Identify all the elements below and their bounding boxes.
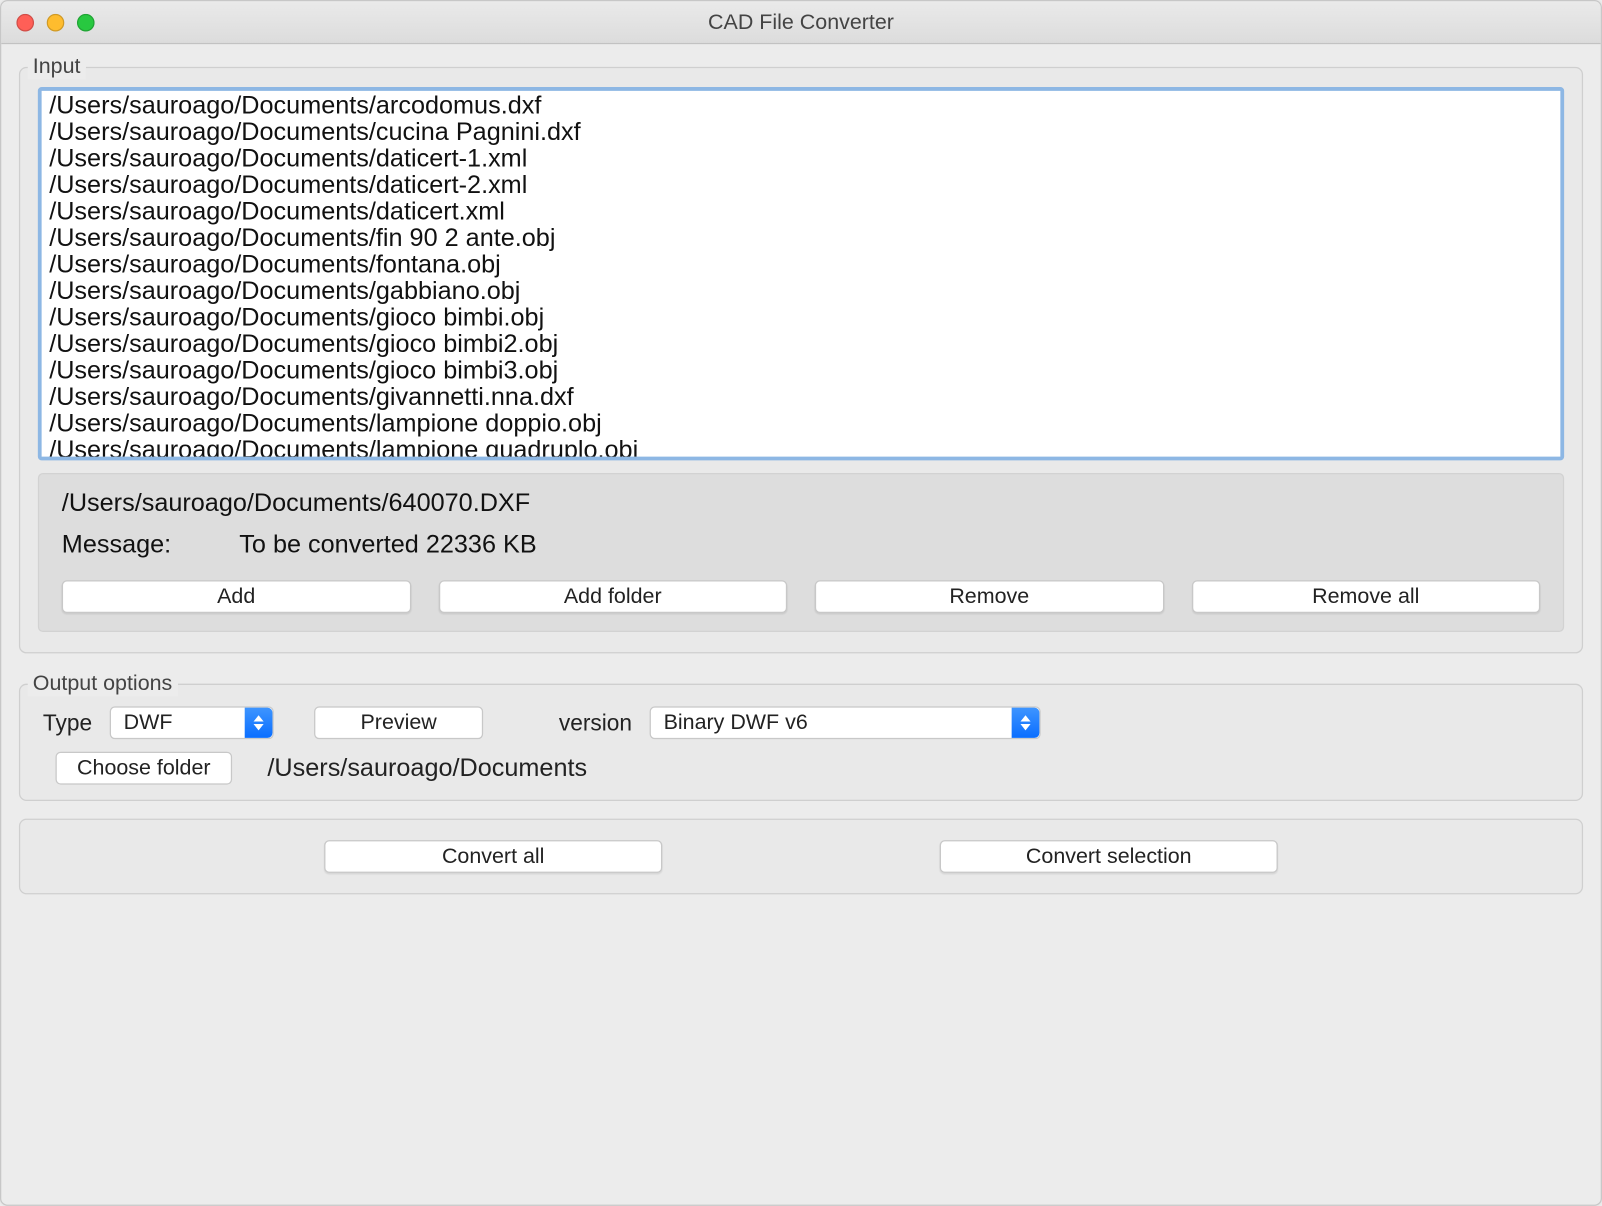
- list-item[interactable]: /Users/sauroago/Documents/gioco bimbi.ob…: [49, 305, 1553, 331]
- version-select-value: Binary DWF v6: [664, 710, 808, 735]
- remove-button[interactable]: Remove: [815, 580, 1164, 613]
- remove-all-button[interactable]: Remove all: [1191, 580, 1540, 613]
- list-item[interactable]: /Users/sauroago/Documents/gioco bimbi2.o…: [49, 332, 1553, 358]
- window-close-button[interactable]: [16, 13, 34, 31]
- input-file-list[interactable]: /Users/sauroago/Documents/arcodomus.dxf/…: [38, 87, 1564, 460]
- convert-bar: Convert all Convert selection: [19, 819, 1583, 895]
- list-item[interactable]: /Users/sauroago/Documents/lampione quadr…: [49, 438, 1553, 461]
- list-item[interactable]: /Users/sauroago/Documents/daticert-2.xml: [49, 173, 1553, 199]
- list-item[interactable]: /Users/sauroago/Documents/cucina Pagnini…: [49, 120, 1553, 146]
- window-zoom-button[interactable]: [77, 13, 95, 31]
- message-label: Message:: [62, 531, 171, 560]
- add-folder-button[interactable]: Add folder: [438, 580, 787, 613]
- output-legend: Output options: [28, 671, 178, 696]
- chevron-up-down-icon: [1012, 708, 1040, 738]
- output-folder-path: /Users/sauroago/Documents: [267, 754, 587, 783]
- list-item[interactable]: /Users/sauroago/Documents/fontana.obj: [49, 252, 1553, 278]
- type-select[interactable]: DWF: [110, 706, 274, 739]
- title-bar: CAD File Converter: [1, 1, 1600, 44]
- convert-all-button[interactable]: Convert all: [324, 840, 662, 873]
- list-item[interactable]: /Users/sauroago/Documents/gabbiano.obj: [49, 279, 1553, 305]
- input-legend: Input: [28, 54, 86, 79]
- app-window: CAD File Converter Input /Users/sauroago…: [0, 0, 1602, 1206]
- list-item[interactable]: /Users/sauroago/Documents/lampione doppi…: [49, 411, 1553, 437]
- window-title: CAD File Converter: [1, 9, 1600, 34]
- choose-folder-button[interactable]: Choose folder: [56, 752, 233, 785]
- version-label: version: [559, 710, 632, 736]
- type-label: Type: [43, 710, 92, 736]
- list-item[interactable]: /Users/sauroago/Documents/arcodomus.dxf: [49, 93, 1553, 119]
- list-item[interactable]: /Users/sauroago/Documents/daticert-1.xml: [49, 146, 1553, 172]
- list-item[interactable]: /Users/sauroago/Documents/gioco bimbi3.o…: [49, 358, 1553, 384]
- list-item[interactable]: /Users/sauroago/Documents/fin 90 2 ante.…: [49, 226, 1553, 252]
- window-minimize-button[interactable]: [47, 13, 65, 31]
- input-status-panel: /Users/sauroago/Documents/640070.DXF Mes…: [38, 473, 1564, 632]
- message-value: To be converted 22336 KB: [239, 531, 536, 560]
- chevron-up-down-icon: [245, 708, 273, 738]
- type-select-value: DWF: [124, 710, 173, 735]
- preview-button[interactable]: Preview: [314, 706, 483, 739]
- selected-file-path: /Users/sauroago/Documents/640070.DXF: [62, 489, 1540, 518]
- output-group: Output options Type DWF Preview version …: [19, 671, 1583, 801]
- add-button[interactable]: Add: [62, 580, 411, 613]
- list-item[interactable]: /Users/sauroago/Documents/givannetti.nna…: [49, 385, 1553, 411]
- convert-selection-button[interactable]: Convert selection: [940, 840, 1278, 873]
- version-select[interactable]: Binary DWF v6: [650, 706, 1041, 739]
- list-item[interactable]: /Users/sauroago/Documents/daticert.xml: [49, 199, 1553, 225]
- input-group: Input /Users/sauroago/Documents/arcodomu…: [19, 54, 1583, 653]
